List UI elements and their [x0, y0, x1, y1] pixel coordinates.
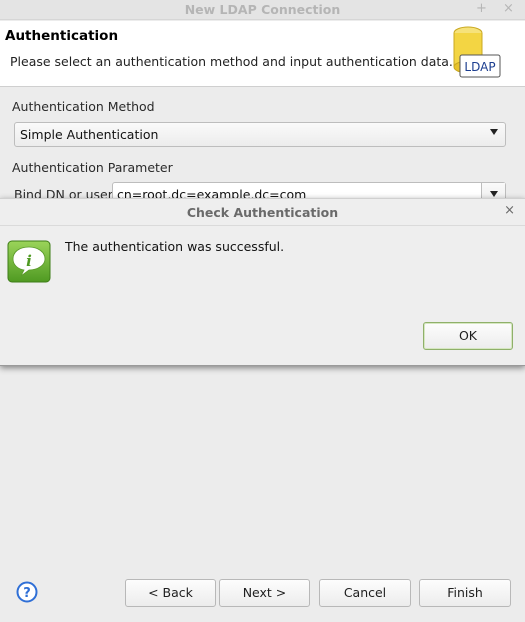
cancel-button[interactable]: Cancel [319, 579, 411, 607]
authentication-method-dropdown[interactable]: Simple Authentication [14, 122, 506, 147]
svg-text:i: i [26, 252, 32, 270]
finish-button[interactable]: Finish [419, 579, 511, 607]
wizard-header: Authentication Please select an authenti… [0, 21, 525, 87]
ldap-logo-icon: LDAP [453, 26, 501, 78]
svg-text:LDAP: LDAP [464, 60, 495, 74]
dialog-title: Check Authentication [186, 205, 339, 220]
authentication-method-label: Authentication Method [12, 99, 155, 114]
back-button[interactable]: < Back [125, 579, 216, 607]
next-button[interactable]: Next > [219, 579, 310, 607]
dialog-close-icon[interactable]: × [504, 203, 515, 218]
window-title: New LDAP Connection [184, 2, 341, 17]
chevron-down-icon [490, 191, 498, 197]
authentication-parameter-label: Authentication Parameter [12, 160, 173, 175]
info-icon: i [7, 240, 51, 283]
window-titlebar: New LDAP Connection + × [0, 0, 525, 20]
svg-text:?: ? [23, 586, 31, 601]
dialog-message: The authentication was successful. [65, 239, 285, 254]
chevron-down-icon [490, 129, 498, 135]
window-close-icon[interactable]: × [503, 1, 514, 17]
check-authentication-dialog: Check Authentication × i The authenticat… [0, 198, 525, 366]
help-icon[interactable]: ? [16, 581, 38, 603]
page-description: Please select an authentication method a… [10, 54, 453, 69]
ok-button[interactable]: OK [423, 322, 513, 350]
page-title: Authentication [5, 28, 119, 44]
pin-icon[interactable]: + [476, 1, 487, 17]
dialog-divider [0, 225, 525, 226]
authentication-method-value: Simple Authentication [20, 127, 159, 142]
